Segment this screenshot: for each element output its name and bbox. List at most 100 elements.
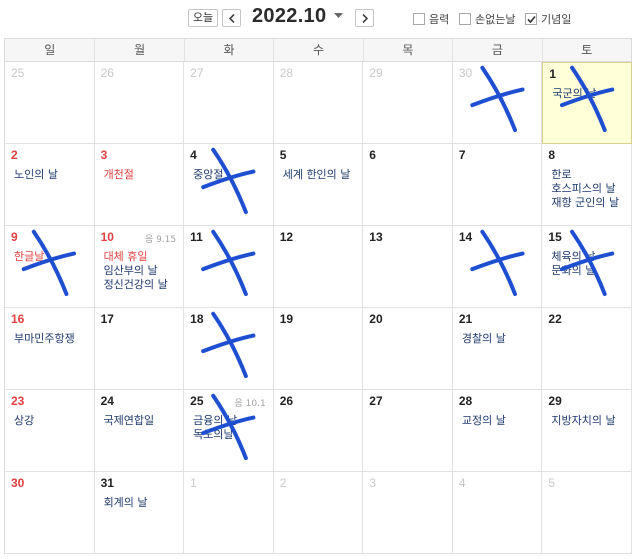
day-number: 27 — [369, 394, 383, 408]
weekday-label: 화 — [183, 39, 273, 61]
calendar-event[interactable]: 재향 군인의 날 — [551, 196, 629, 210]
day-cell[interactable]: 4 중앙절 — [184, 144, 274, 226]
day-number: 2 — [11, 148, 18, 162]
calendar-event[interactable]: 국제연합일 — [104, 414, 182, 428]
day-number: 26 — [279, 394, 294, 408]
event-list: 상강 — [11, 414, 94, 428]
day-cell[interactable]: 14 — [452, 226, 543, 308]
calendar-event[interactable]: 금융의 날 — [193, 414, 271, 428]
calendar-event[interactable]: 한로 — [551, 168, 629, 182]
day-cell[interactable]: 28 교정의 날 — [452, 390, 543, 472]
calendar-event[interactable]: 교정의 날 — [462, 414, 540, 428]
day-cell[interactable]: 8 한로 호스피스의 날 재향 군인의 날 — [542, 144, 632, 226]
day-cell[interactable]: 30 — [5, 472, 95, 554]
day-cell[interactable]: 3 개천절 — [94, 144, 185, 226]
day-cell[interactable]: 7 — [452, 144, 543, 226]
day-number: 18 — [190, 312, 204, 326]
calendar-event[interactable]: 정신건강의 날 — [104, 278, 182, 292]
day-number: 3 — [100, 148, 108, 162]
weekday-label: 수 — [273, 39, 362, 61]
day-cell[interactable]: 30 — [452, 62, 543, 144]
calendar-event[interactable]: 대체 휴일 — [104, 250, 182, 264]
day-cell[interactable]: 11 — [184, 226, 274, 308]
day-cell[interactable]: 23 상강 — [5, 390, 95, 472]
day-cell[interactable]: 24 국제연합일 — [94, 390, 185, 472]
calendar-event[interactable]: 문화의 날 — [551, 264, 629, 278]
calendar-event[interactable]: 회계의 날 — [104, 496, 182, 510]
event-list: 세계 한인의 날 — [280, 168, 363, 182]
day-cell[interactable]: 22 — [542, 308, 632, 390]
calendar-event[interactable]: 부마민주항쟁 — [14, 332, 92, 346]
anniversary-checkbox[interactable]: 기념일 — [525, 11, 571, 27]
day-cell[interactable]: 29 — [363, 62, 453, 144]
calendar-event[interactable]: 노인의 날 — [14, 168, 92, 182]
day-cell[interactable]: 26 — [273, 390, 364, 472]
day-cell[interactable]: 27 — [184, 62, 274, 144]
day-cell[interactable]: 27 — [363, 390, 453, 472]
day-cell[interactable]: 19 — [273, 308, 364, 390]
calendar-event[interactable]: 경찰의 날 — [462, 332, 540, 346]
day-cell[interactable]: 6 — [363, 144, 453, 226]
calendar-event[interactable]: 한글날 — [14, 250, 92, 264]
day-number: 8 — [548, 148, 556, 162]
calendar-event[interactable]: 지방자치의 날 — [551, 414, 629, 428]
month-title[interactable]: 2022.10 — [252, 5, 326, 28]
day-number: 17 — [100, 312, 114, 326]
chevron-left-icon — [228, 14, 235, 23]
son-eomneun-nal-checkbox[interactable]: 손없는날 — [459, 11, 515, 27]
calendar-event[interactable]: 중앙절 — [193, 168, 271, 182]
day-cell[interactable]: 3 — [363, 472, 453, 554]
calendar-event[interactable]: 독도의날 — [193, 428, 271, 442]
day-number: 5 — [548, 476, 556, 490]
next-month-button[interactable] — [355, 9, 374, 27]
day-cell[interactable]: 31 회계의 날 — [94, 472, 185, 554]
calendar-event[interactable]: 임산부의 날 — [104, 264, 182, 278]
event-list: 지방자치의 날 — [548, 414, 631, 428]
day-cell[interactable]: 21 경찰의 날 — [452, 308, 543, 390]
day-cell[interactable]: 1 — [184, 472, 274, 554]
day-cell[interactable]: 9 한글날 — [5, 226, 95, 308]
calendar-event[interactable]: 국군의 날 — [552, 87, 630, 101]
day-cell[interactable]: 18 — [184, 308, 274, 390]
day-cell[interactable]: 28 — [273, 62, 364, 144]
day-cell[interactable]: 25 음 10.1 금융의 날 독도의날 — [184, 390, 274, 472]
day-cell[interactable]: 2 노인의 날 — [5, 144, 95, 226]
day-cell[interactable]: 29 지방자치의 날 — [542, 390, 632, 472]
day-cell[interactable]: 4 — [452, 472, 543, 554]
day-cell[interactable]: 25 — [5, 62, 95, 144]
day-cell[interactable]: 2 — [273, 472, 364, 554]
prev-month-button[interactable] — [222, 9, 241, 27]
day-cell[interactable]: 20 — [363, 308, 453, 390]
checkbox-label: 기념일 — [541, 13, 572, 26]
day-cell[interactable]: 16 부마민주항쟁 — [5, 308, 95, 390]
day-number: 2 — [279, 476, 287, 490]
day-number: 3 — [369, 476, 376, 490]
calendar-event[interactable]: 세계 한인의 날 — [283, 168, 361, 182]
day-cell[interactable]: 17 — [94, 308, 185, 390]
calendar-event[interactable]: 개천절 — [104, 168, 182, 182]
day-cell-today[interactable]: 1 국군의 날 — [542, 62, 632, 144]
day-number: 4 — [458, 476, 466, 490]
checkbox-box[interactable] — [459, 13, 471, 25]
day-cell[interactable]: 5 세계 한인의 날 — [273, 144, 364, 226]
day-cell[interactable]: 13 — [363, 226, 453, 308]
day-cell[interactable]: 15 체육의 날 문화의 날 — [542, 226, 632, 308]
lunar-checkbox[interactable]: 음력 — [413, 11, 449, 27]
event-list: 회계의 날 — [101, 496, 184, 510]
today-button[interactable]: 오늘 — [188, 9, 218, 27]
day-cell[interactable]: 12 — [273, 226, 364, 308]
day-number: 27 — [190, 66, 204, 80]
checkbox-label: 손없는날 — [475, 13, 516, 26]
checkbox-label: 음력 — [429, 13, 450, 26]
checkbox-box[interactable] — [413, 13, 425, 25]
calendar-event[interactable]: 호스피스의 날 — [551, 182, 629, 196]
day-cell[interactable]: 5 — [542, 472, 632, 554]
lunar-date: 음 10.1 — [234, 399, 266, 409]
day-number: 25 — [11, 66, 25, 80]
calendar-event[interactable]: 상강 — [14, 414, 92, 428]
caret-down-icon[interactable] — [334, 13, 343, 19]
day-cell[interactable]: 10 음 9.15 대체 휴일 임산부의 날 정신건강의 날 — [94, 226, 185, 308]
checkbox-box-checked[interactable] — [525, 13, 537, 25]
calendar-event[interactable]: 체육의 날 — [551, 250, 629, 264]
day-cell[interactable]: 26 — [94, 62, 185, 144]
